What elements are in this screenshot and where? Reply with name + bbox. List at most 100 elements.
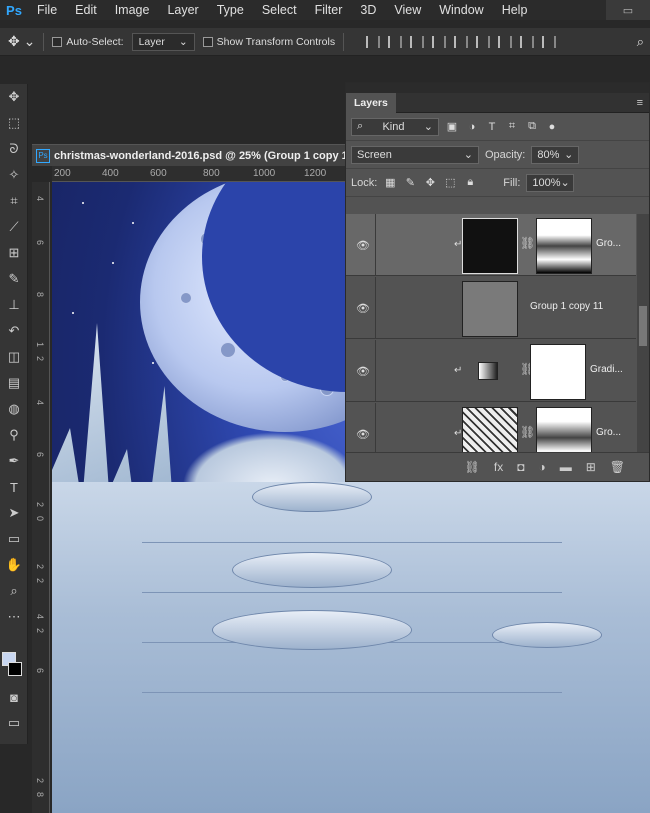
align-bottom-icon[interactable]	[410, 35, 425, 48]
dodge-tool-icon[interactable]: ⚲	[0, 422, 28, 448]
filter-kind-dropdown[interactable]: ⌕ Kind ⌄	[351, 117, 439, 136]
more-tools-icon[interactable]: ⋯	[0, 604, 28, 630]
magic-wand-tool-icon[interactable]: ✧	[0, 162, 28, 188]
menu-file[interactable]: File	[28, 0, 66, 20]
eraser-tool-icon[interactable]: ◫	[0, 344, 28, 370]
filter-pixel-icon[interactable]: ▣	[445, 121, 459, 133]
crop-tool-icon[interactable]: ⌗	[0, 188, 28, 214]
pen-tool-icon[interactable]: ✒	[0, 448, 28, 474]
align-vcenter-icon[interactable]	[388, 35, 403, 48]
divider	[43, 32, 45, 51]
link-icon[interactable]: ⛓︎	[520, 425, 535, 439]
ruler-tick: 1000	[253, 168, 276, 179]
gradient-tool-icon[interactable]: ▤	[0, 370, 28, 396]
marquee-tool-icon[interactable]: ⬚	[0, 110, 28, 136]
layer-row[interactable]: 👁︎ ↵ ⛓︎ Gro...	[346, 403, 636, 452]
fill-field[interactable]: 100% ⌄	[526, 173, 575, 192]
menu-layer[interactable]: Layer	[158, 0, 207, 20]
opacity-field[interactable]: 80% ⌄	[531, 145, 580, 164]
eye-icon[interactable]: 👁︎	[356, 428, 370, 441]
panel-collapse-bar[interactable]	[346, 83, 649, 93]
star	[152, 362, 154, 364]
align-right-icon[interactable]	[476, 35, 491, 48]
add-mask-icon[interactable]: ◘	[517, 460, 524, 474]
path-selection-tool-icon[interactable]: ➤	[0, 500, 28, 526]
auto-select-checkbox-group[interactable]: Auto-Select:	[52, 36, 124, 48]
move-tool-icon[interactable]: ✥	[0, 84, 28, 110]
layer-mask-thumbnail	[536, 218, 592, 274]
filter-shape-icon[interactable]: ⌗	[505, 120, 519, 133]
clone-stamp-tool-icon[interactable]: ⊥	[0, 292, 28, 318]
align-left-icon[interactable]	[432, 35, 447, 48]
menu-3d[interactable]: 3D	[351, 0, 385, 20]
document-tab[interactable]: Ps christmas-wonderland-2016.psd @ 25% (…	[32, 144, 350, 166]
quick-mask-icon[interactable]: ◙	[0, 684, 28, 710]
scrollbar-thumb[interactable]	[639, 306, 647, 346]
lock-image-icon[interactable]: ✎	[403, 177, 417, 189]
brush-tool-icon[interactable]: ✎	[0, 266, 28, 292]
type-tool-icon[interactable]: T	[0, 474, 28, 500]
trash-icon[interactable]: 🗑︎	[610, 460, 625, 474]
layer-row[interactable]: 👁︎ ↵ ⛓︎ Gro...	[346, 214, 636, 276]
move-tool-icon[interactable]: ✥ ⌄	[8, 33, 35, 50]
stone-line	[142, 692, 562, 693]
vertical-ruler[interactable]: 4 6 8 1 2 4 6 2 0 2 2 4 2 6 2 8	[32, 182, 50, 813]
horizontal-ruler[interactable]: 200 400 600 800 1000 1200	[52, 166, 350, 182]
menu-filter[interactable]: Filter	[306, 0, 352, 20]
lock-position-icon[interactable]: ✥	[423, 177, 437, 189]
background-color-swatch[interactable]	[8, 662, 22, 676]
filter-toggle-icon[interactable]: ●	[545, 121, 559, 133]
history-brush-tool-icon[interactable]: ↶	[0, 318, 28, 344]
layer-row[interactable]: 👁︎ ↵ ⛓︎ Gradi...	[346, 340, 636, 402]
lock-all-icon[interactable]: 🔒︎	[463, 176, 477, 189]
new-group-icon[interactable]: ▬	[560, 460, 572, 474]
layers-scrollbar[interactable]	[637, 214, 649, 452]
rectangle-tool-icon[interactable]: ▭	[0, 526, 28, 552]
lasso-tool-icon[interactable]: ᘐ	[0, 136, 28, 162]
blend-mode-dropdown[interactable]: Screen ⌄	[351, 145, 479, 164]
menu-type[interactable]: Type	[208, 0, 253, 20]
menu-select[interactable]: Select	[253, 0, 306, 20]
eye-icon[interactable]: 👁︎	[356, 239, 370, 252]
distribute-top-icon[interactable]	[498, 35, 513, 48]
lock-artboard-icon[interactable]: ⬚	[443, 177, 457, 189]
show-transform-checkbox-group[interactable]: Show Transform Controls	[202, 36, 335, 48]
link-layers-icon[interactable]: ⛓︎	[465, 460, 480, 474]
distribute-vcenter-icon[interactable]	[520, 35, 535, 48]
align-hcenter-icon[interactable]	[454, 35, 469, 48]
menu-edit[interactable]: Edit	[66, 0, 106, 20]
menu-help[interactable]: Help	[493, 0, 537, 20]
filter-adjustment-icon[interactable]: ◑	[465, 121, 479, 133]
side-basin	[492, 622, 602, 648]
link-icon[interactable]: ⛓︎	[520, 236, 535, 250]
layer-name: Gro...	[596, 238, 622, 249]
eye-icon[interactable]: 👁︎	[356, 302, 370, 315]
layer-row[interactable]: 👁︎ Group 1 copy 11	[346, 277, 636, 339]
eye-icon[interactable]: 👁︎	[356, 365, 370, 378]
healing-brush-tool-icon[interactable]: ⊞	[0, 240, 28, 266]
search-icon[interactable]: ⌕	[637, 34, 644, 50]
show-transform-checkbox[interactable]	[202, 36, 213, 47]
tab-layers[interactable]: Layers	[346, 92, 396, 113]
new-layer-icon[interactable]: ⊞	[586, 460, 596, 474]
align-top-icon[interactable]	[366, 35, 381, 48]
blur-tool-icon[interactable]: ◍	[0, 396, 28, 422]
hand-tool-icon[interactable]: ✋	[0, 552, 28, 578]
menu-window[interactable]: Window	[430, 0, 492, 20]
screen-mode-icon[interactable]: ▭	[0, 710, 28, 736]
zoom-tool-icon[interactable]: ⌕	[0, 578, 28, 604]
filter-type-icon[interactable]: T	[485, 121, 499, 133]
adjustment-layer-icon[interactable]: ◑	[538, 460, 545, 474]
panel-menu-icon[interactable]: ≡	[637, 97, 643, 109]
workspace-button[interactable]: ▭	[606, 0, 650, 20]
menu-image[interactable]: Image	[106, 0, 159, 20]
options-bar: ✥ ⌄ Auto-Select: Layer ⌄ Show Transform C…	[0, 28, 650, 56]
menu-view[interactable]: View	[385, 0, 430, 20]
auto-select-checkbox[interactable]	[52, 36, 63, 47]
eyedropper-tool-icon[interactable]: ⟋	[0, 214, 28, 240]
lock-transparent-icon[interactable]: ▦	[383, 177, 397, 189]
auto-select-target-dropdown[interactable]: Layer ⌄	[131, 32, 195, 51]
fx-icon[interactable]: fx	[494, 460, 503, 474]
filter-smart-object-icon[interactable]: ⧉	[525, 120, 539, 133]
distribute-bottom-icon[interactable]	[542, 35, 557, 48]
